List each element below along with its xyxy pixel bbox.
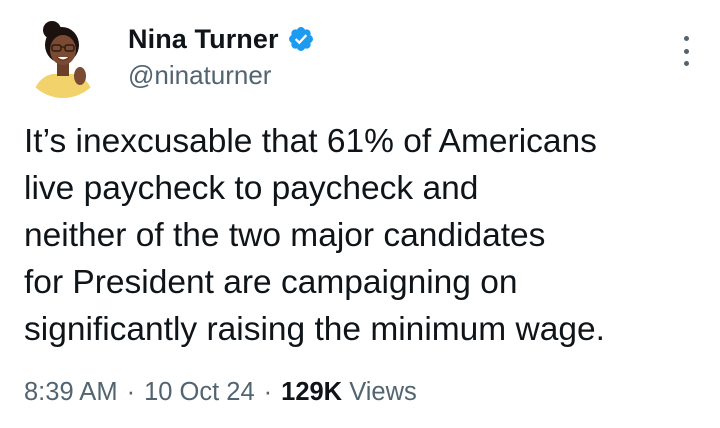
more-options-icon[interactable] [680,36,692,66]
verified-badge-icon[interactable] [287,25,315,53]
more-dot [683,61,689,66]
meta-separator: · [126,377,136,406]
tweet-meta: 8:39 AM · 10 Oct 24 · 129K Views [24,372,417,412]
more-dot [683,48,689,54]
tweet-text: It’s inexcusable that 61% of Americans l… [24,118,704,353]
views-label: Views [349,377,417,406]
views-count: 129K [281,377,343,406]
more-dot [683,36,689,41]
author-display-name[interactable]: Nina Turner [128,24,279,55]
tweet-text-line: significantly raising the minimum wage. [24,311,605,348]
author-handle[interactable]: @ninaturner [128,60,271,91]
views-group[interactable]: 129K Views [281,378,417,407]
tweet-card: Nina Turner @ninaturner It’s inexcusable… [0,0,720,428]
avatar-image [22,16,104,98]
tweet-text-line: live paycheck to paycheck and [24,170,479,207]
avatar[interactable] [22,16,104,98]
tweet-time[interactable]: 8:39 AM [24,378,118,407]
author-name-row: Nina Turner [128,20,315,58]
meta-separator: · [263,377,273,406]
tweet-text-line: for President are campaigning on [24,264,518,301]
tweet-text-line: neither of the two major candidates [24,217,546,254]
tweet-date[interactable]: 10 Oct 24 [144,378,255,407]
tweet-text-line: It’s inexcusable that 61% of Americans [24,123,597,160]
